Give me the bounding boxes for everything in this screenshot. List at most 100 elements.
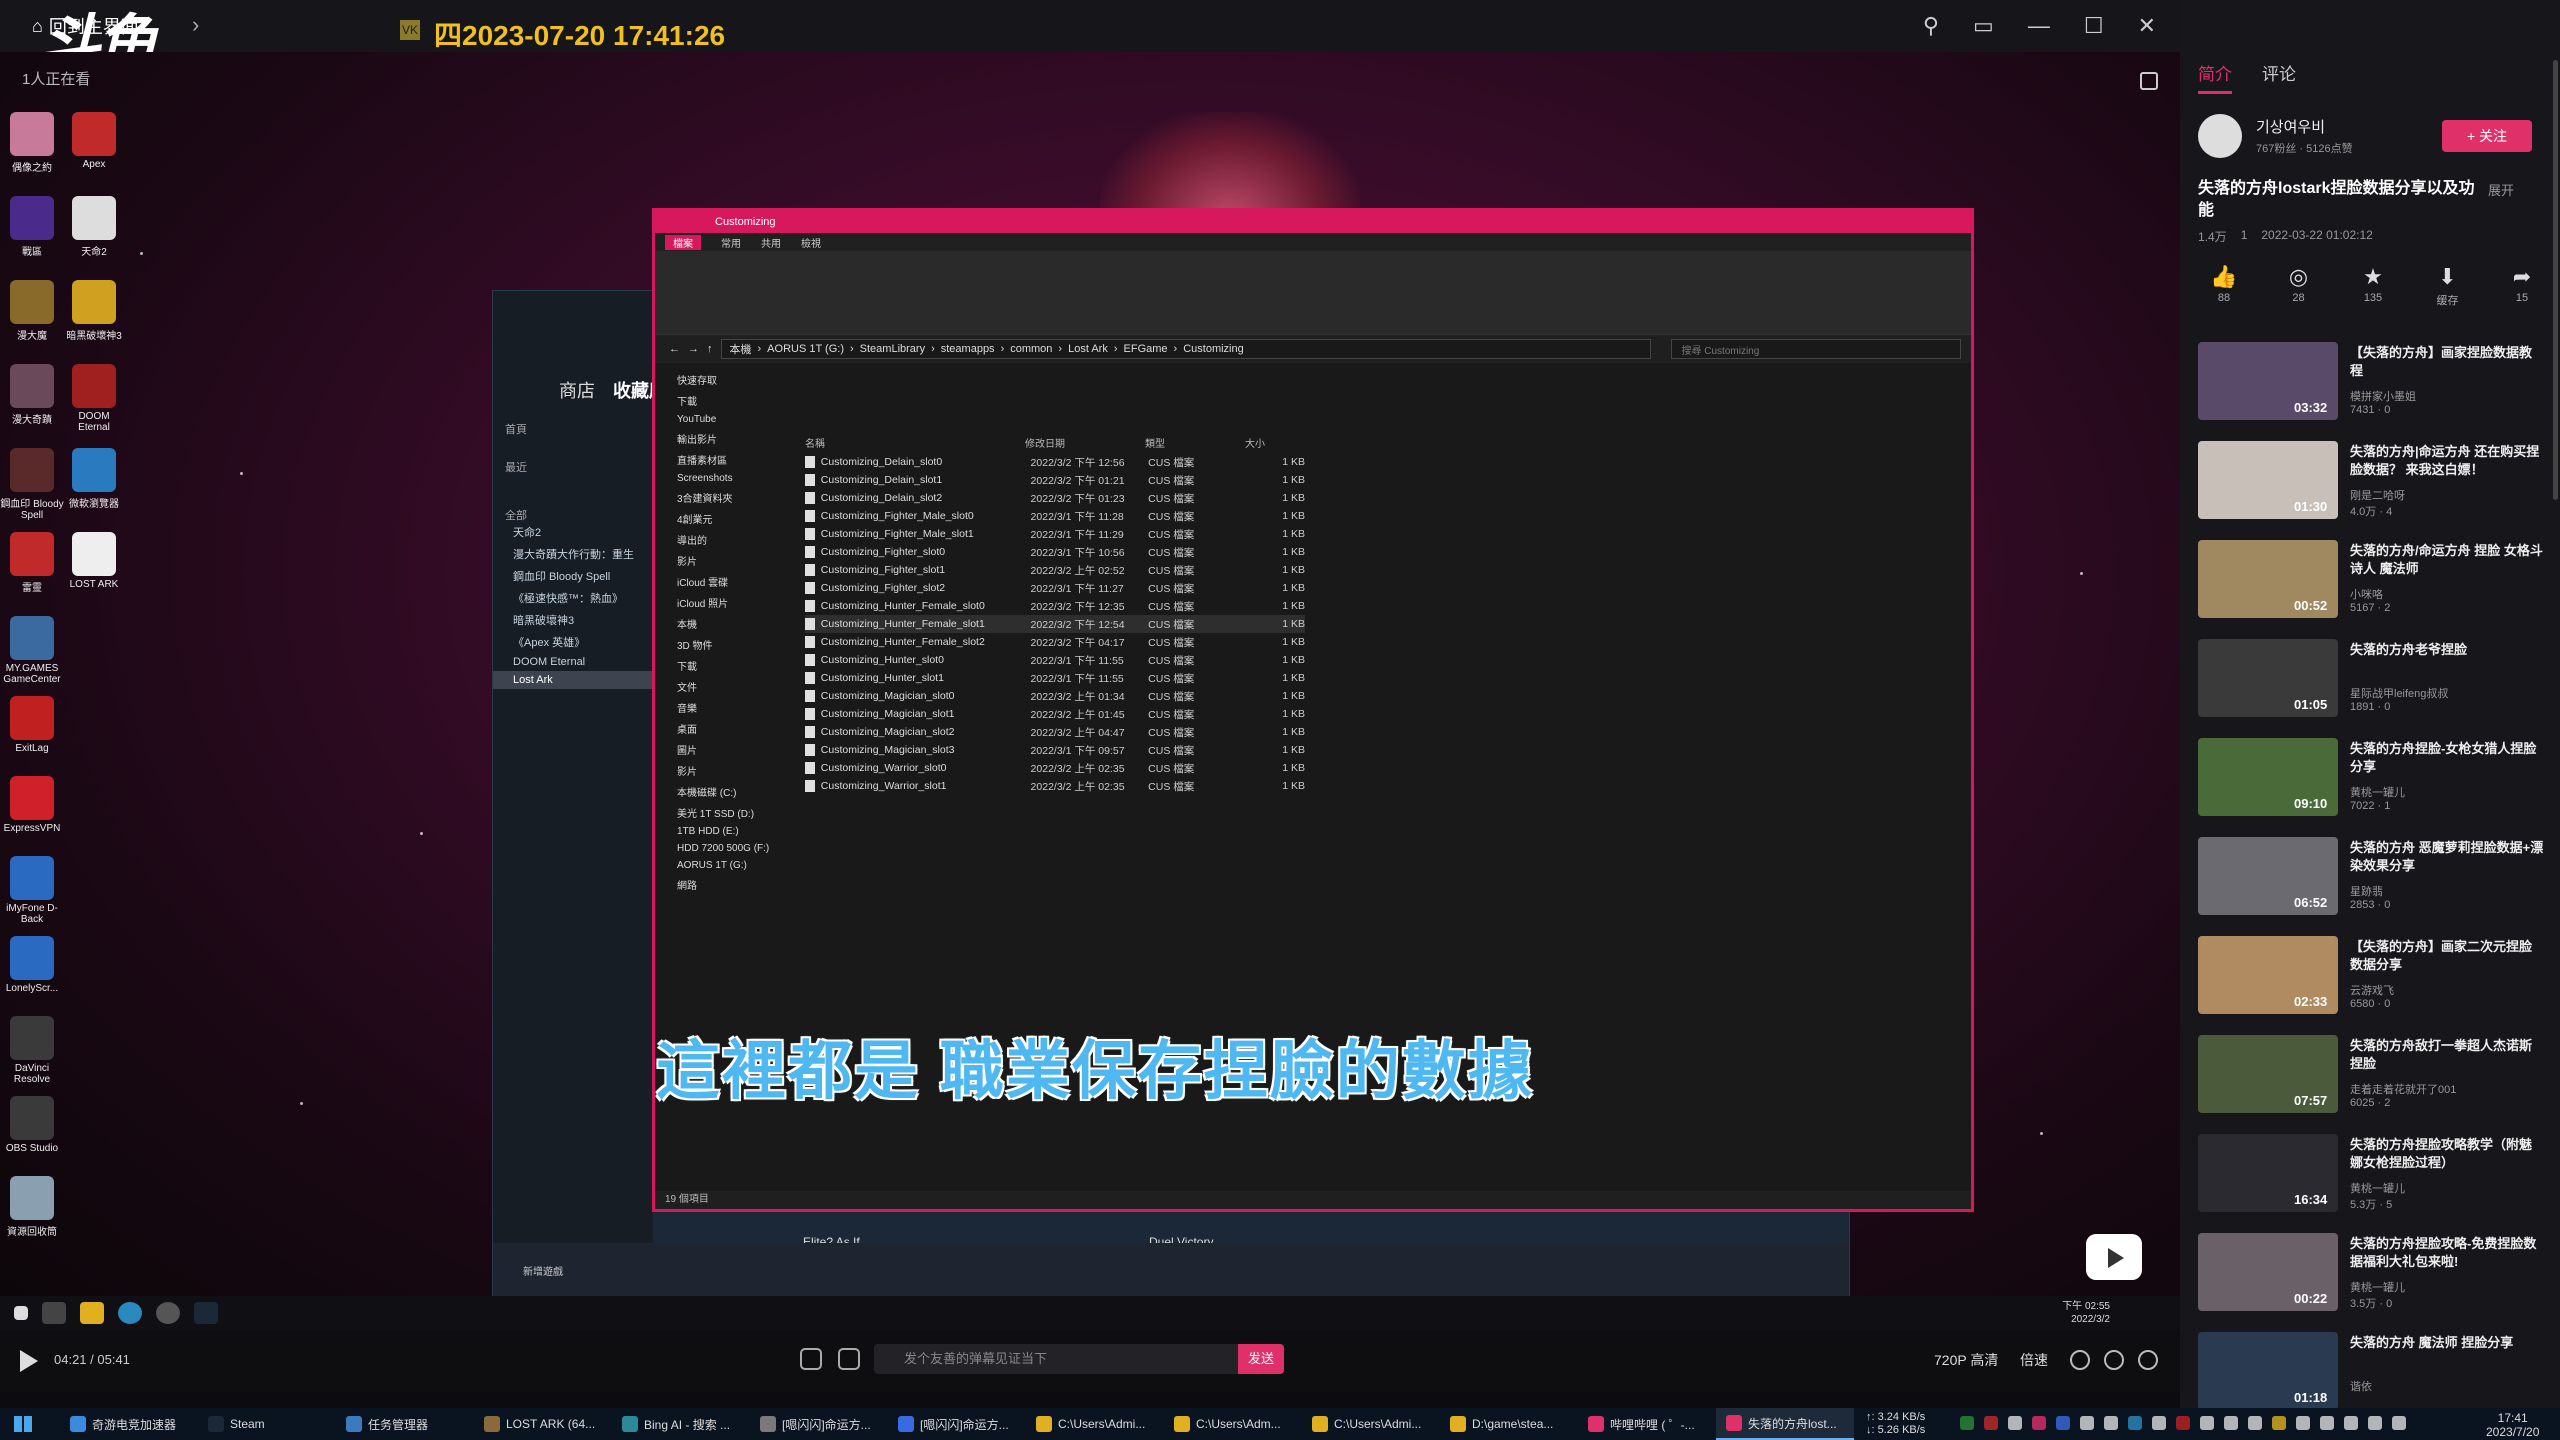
desktop-icon[interactable]: DaVinci Resolve [0,1016,64,1085]
volume-icon[interactable] [2070,1350,2090,1370]
tray-icon[interactable] [2320,1416,2334,1430]
video-frame[interactable]: 1人正在看 偶像之約 Apex 戰區 天命2 漫大魔 暗黑破壞神3 漫大奇蹟 DOOM Ete… [0,52,2180,1352]
danmaku-send-button[interactable]: 发送 [1238,1344,1284,1374]
file-row[interactable]: Customizing_Hunter_Female_slot0 2022/3/2 … [805,597,1305,615]
sidebar-scrollbar[interactable] [2553,60,2558,500]
breadcrumb-segment[interactable]: common [1010,343,1052,355]
file-row[interactable]: Customizing_Magician_slot2 2022/3/2 上午 04… [805,723,1305,741]
quality-selector[interactable]: 720P 高清 [1934,1350,1998,1370]
favorite-button[interactable]: ★ 135 [2347,262,2399,308]
recommended-video[interactable]: 06:52 失落的方舟 恶魔萝莉捏脸数据+漂染效果分享 星跡翡 2853 · 0 [2198,837,2548,936]
column-header[interactable]: 修改日期 [1025,435,1145,450]
file-row[interactable]: Customizing_Magician_slot3 2022/3/1 下午 09… [805,741,1305,759]
nav-item[interactable]: 1TB HDD (E:) [655,823,785,840]
taskbar-app[interactable]: [嗯闪闪]命运方... [888,1408,1026,1440]
tab-intro[interactable]: 简介 [2198,60,2232,94]
steam-game-item[interactable]: DOOM Eternal [493,653,653,671]
recommended-video[interactable]: 00:52 失落的方舟/命运方舟 捏脸 女格斗 诗人 魔法师 小咪咯 5167 · 2 [2198,540,2548,639]
recommended-video[interactable]: 03:32 【失落的方舟】画家捏脸数据教程 模拼家小墨姐 7431 · 0 [2198,342,2548,441]
danmaku-toggle-icon[interactable] [800,1348,822,1370]
breadcrumb-segment[interactable]: steamapps [941,343,995,355]
file-row[interactable]: Customizing_Hunter_slot1 2022/3/1 下午 11:5… [805,669,1305,687]
recommended-video[interactable]: 01:05 失落的方舟老爷捏脸 星际战甲leifeng叔叔 1891 · 0 [2198,639,2548,738]
ribbon-tab[interactable]: 共用 [761,235,781,250]
column-header[interactable]: 類型 [1145,435,1245,450]
close-icon[interactable]: ✕ [2138,13,2156,39]
steam-game-item[interactable]: 鋼血印 Bloody Spell [493,565,653,587]
windows-start-icon[interactable] [14,1416,32,1432]
steam-game-item[interactable]: 《Apex 英雄》 [493,631,653,653]
file-row[interactable]: Customizing_Fighter_slot1 2022/3/2 上午 02:… [805,561,1305,579]
tray-icon[interactable] [2344,1416,2358,1430]
desktop-icon[interactable]: DOOM Eternal [62,364,126,433]
recommended-title[interactable]: 【失落的方舟】画家二次元捏脸数据分享 [2350,938,2544,974]
file-row[interactable]: Customizing_Fighter_Male_slot0 2022/3/1 下… [805,507,1305,525]
tray-icon[interactable] [2272,1416,2286,1430]
nav-item[interactable]: 網路 [655,874,785,895]
taskbar-app[interactable]: C:\Users\Admi... [1302,1408,1440,1440]
recommended-uploader[interactable]: 谐依 [2350,1378,2372,1394]
address-bar[interactable]: 本機 › AORUS 1T (G:) › SteamLibrary › steamapps ›… [720,339,1651,359]
nav-item[interactable]: 下載 [655,390,785,411]
recommended-title[interactable]: 失落的方舟/命运方舟 捏脸 女格斗 诗人 魔法师 [2350,542,2544,578]
tray-icon[interactable] [2128,1416,2142,1430]
tray-icon[interactable] [2392,1416,2406,1430]
chevron-right-icon[interactable]: › [192,12,199,38]
recommended-uploader[interactable]: 小咪咯 [2350,586,2383,602]
coin-button[interactable]: ◎ 28 [2273,262,2325,308]
desktop-icon[interactable]: 資源回收筒 [0,1176,64,1238]
nav-item[interactable]: iCloud 雲碟 [655,571,785,592]
desktop-icon[interactable]: ExitLag [0,696,64,754]
pin-icon[interactable]: ⚲ [1923,13,1939,39]
breadcrumb-segment[interactable]: Customizing [1183,343,1244,355]
speed-selector[interactable]: 倍速 [2020,1350,2048,1370]
nav-item[interactable]: 下載 [655,655,785,676]
minimize-icon[interactable]: — [2028,13,2050,39]
tray-icon[interactable] [2008,1416,2022,1430]
recommended-uploader[interactable]: 模拼家小墨姐 [2350,388,2416,404]
taskbar-app[interactable]: Steam [198,1408,336,1440]
tray-icon[interactable] [2200,1416,2214,1430]
recommended-title[interactable]: 失落的方舟捏脸-女枪女猎人捏脸分享 [2350,740,2544,776]
recommended-title[interactable]: 失落的方舟 魔法师 捏脸分享 [2350,1334,2544,1352]
nav-item[interactable]: 影片 [655,760,785,781]
mini-player-icon[interactable]: ▭ [1973,13,1994,39]
nav-item[interactable]: AORUS 1T (G:) [655,857,785,874]
desktop-icon[interactable]: 漫大魔 [0,280,64,342]
recommended-uploader[interactable]: 走着走着花就开了001 [2350,1081,2456,1097]
taskbar-app[interactable]: [嗯闪闪]命运方... [750,1408,888,1440]
taskbar-app[interactable]: C:\Users\Admi... [1026,1408,1164,1440]
breadcrumb-segment[interactable]: Lost Ark [1068,343,1108,355]
steam-game-item[interactable]: Lost Ark [493,671,653,689]
nav-item[interactable]: 美光 1T SSD (D:) [655,802,785,823]
tray-icon[interactable] [1960,1416,1974,1430]
recommended-title[interactable]: 【失落的方舟】画家捏脸数据教程 [2350,344,2544,380]
file-row[interactable]: Customizing_Warrior_slot0 2022/3/2 上午 02:… [805,759,1305,777]
desktop-icon[interactable]: iMyFone D-Back [0,856,64,925]
nav-item[interactable]: 本機 [655,613,785,634]
recommended-title[interactable]: 失落的方舟捏脸攻略教学（附魅娜女枪捏脸过程） [2350,1136,2544,1172]
file-row[interactable]: Customizing_Fighter_Male_slot1 2022/3/1 下… [805,525,1305,543]
recommended-uploader[interactable]: 星际战甲leifeng叔叔 [2350,685,2448,701]
file-row[interactable]: Customizing_Hunter_slot0 2022/3/1 下午 11:5… [805,651,1305,669]
tray-icon[interactable] [2032,1416,2046,1430]
recommended-uploader[interactable]: 刚是二哈呀 [2350,487,2405,503]
tray-icon[interactable] [1984,1416,1998,1430]
tray-icon[interactable] [2152,1416,2166,1430]
back-arrow-icon[interactable]: ← [669,343,680,355]
steam-add-game[interactable]: 新增遊戲 [523,1263,563,1278]
steam-game-item[interactable]: 《極速快感™：熱血》 [493,587,653,609]
recommended-video[interactable]: 16:34 失落的方舟捏脸攻略教学（附魅娜女枪捏脸过程） 黄桃一罐儿 5.3万 · 5 [2198,1134,2548,1233]
nav-item[interactable]: 直播素材區 [655,449,785,470]
desktop-icon[interactable]: ExpressVPN [0,776,64,834]
recommended-video[interactable]: 01:18 失落的方舟 魔法师 捏脸分享 谐依 [2198,1332,2548,1408]
follow-button[interactable]: + 关注 [2442,120,2532,152]
nav-item[interactable]: YouTube [655,411,785,428]
steam-game-item[interactable]: 暗黑破壞神3 [493,609,653,631]
recommended-video[interactable]: 00:22 失落的方舟捏脸攻略-免费捏脸数据福利大礼包来啦! 黄桃一罐儿 3.5万 ·… [2198,1233,2548,1332]
tray-icon[interactable] [2296,1416,2310,1430]
recommended-uploader[interactable]: 黄桃一罐儿 [2350,784,2405,800]
play-icon[interactable] [20,1350,38,1372]
breadcrumb-segment[interactable]: SteamLibrary [860,343,925,355]
tray-icon[interactable] [2248,1416,2262,1430]
